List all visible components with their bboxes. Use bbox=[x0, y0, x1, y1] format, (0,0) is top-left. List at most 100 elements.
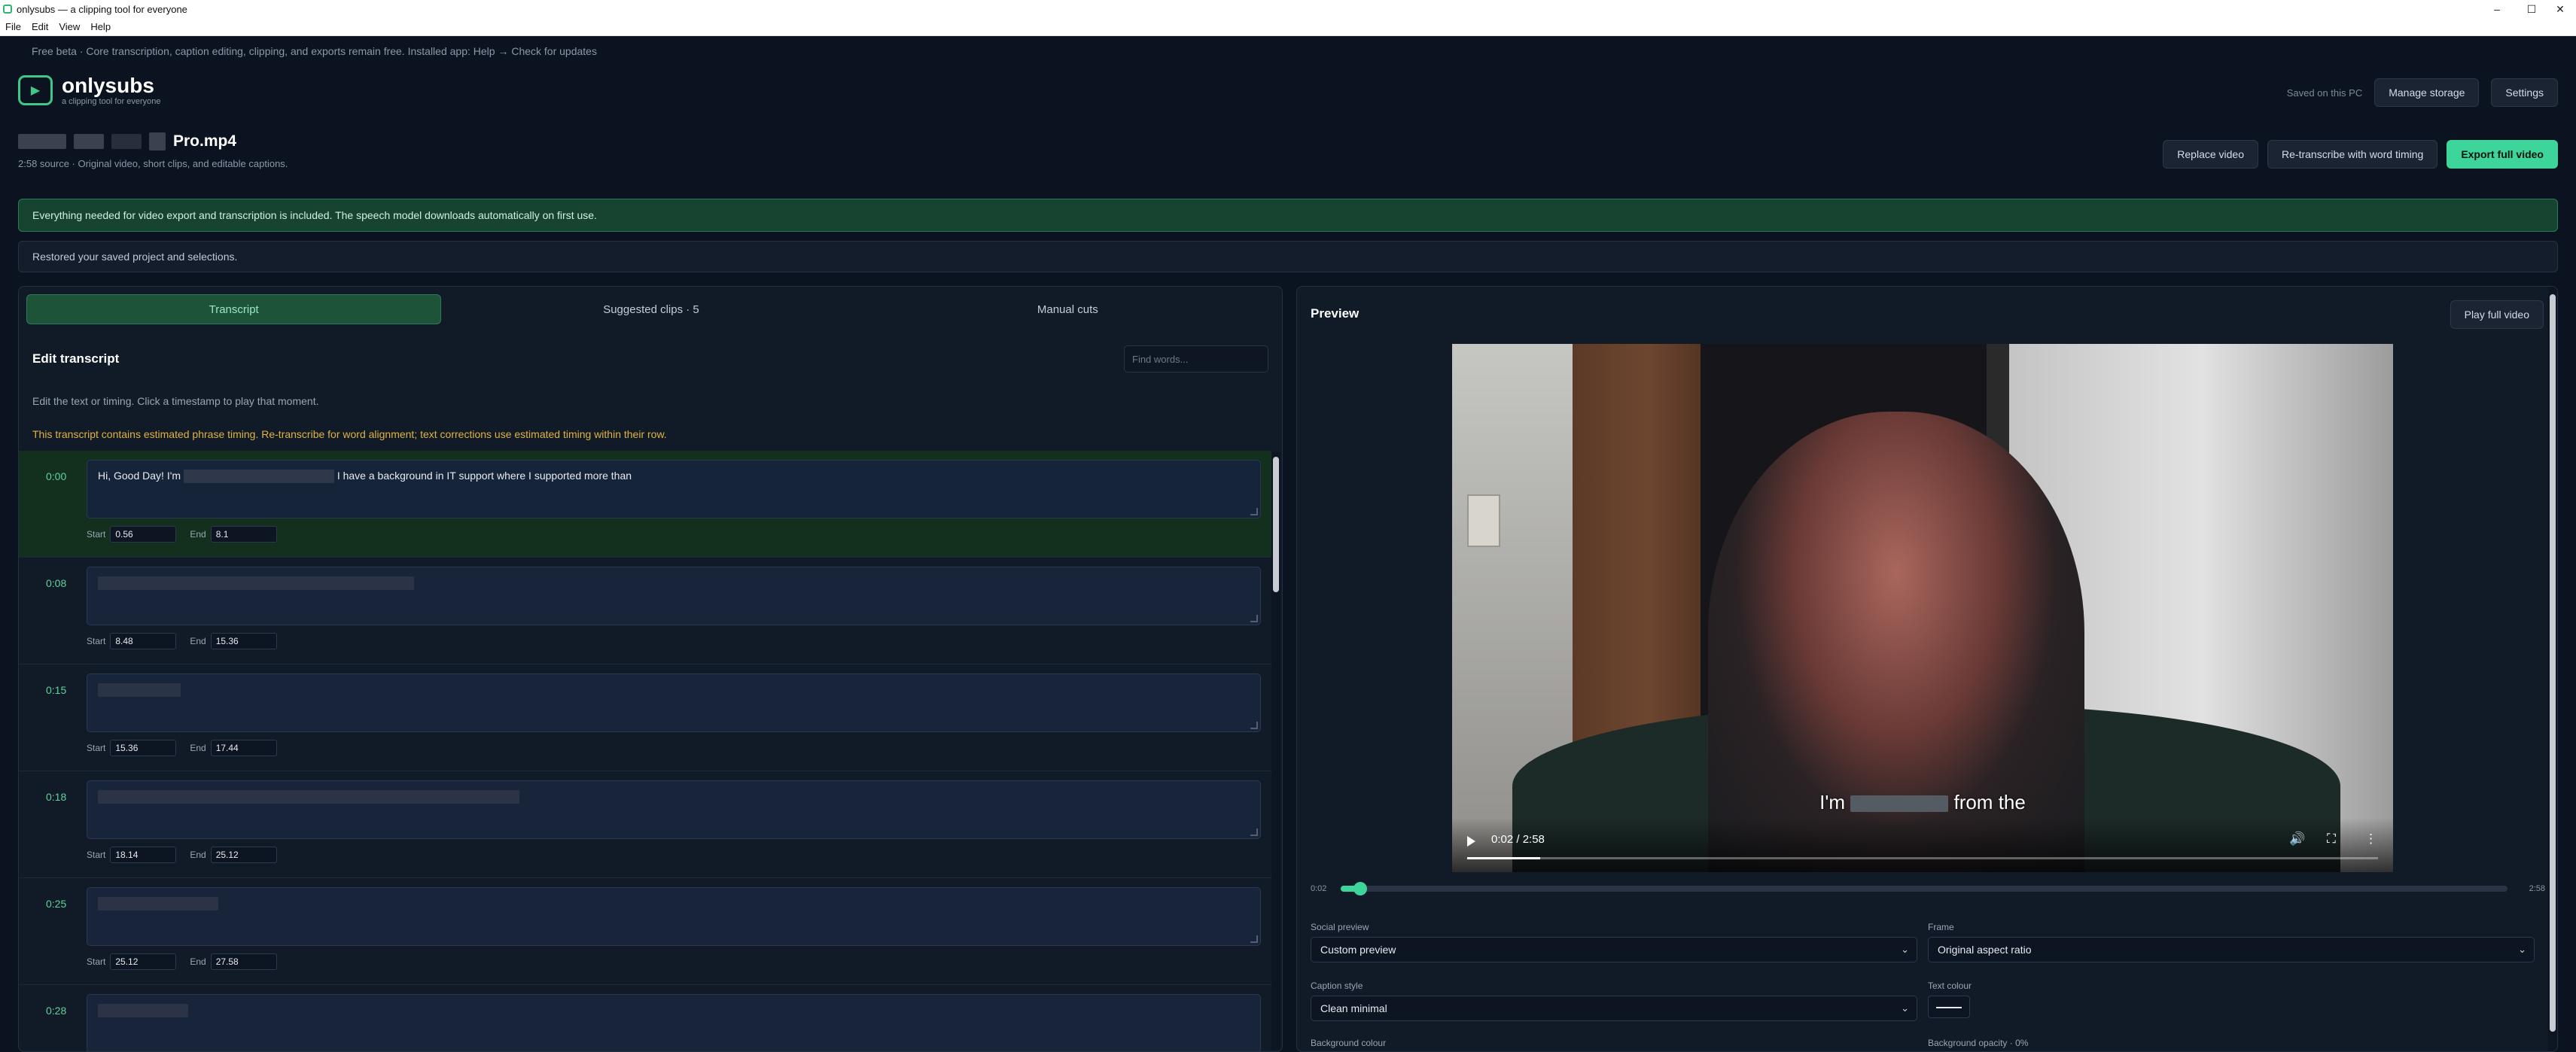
transcript-row: 0:18 Start 18.14 End 25.12 bbox=[19, 771, 1271, 878]
resize-grip-icon[interactable] bbox=[1250, 722, 1258, 729]
video-player[interactable]: I'm from the 0:02 / 2:58 🔊 ⛶ ⋮ bbox=[1452, 344, 2393, 872]
tab-manual-cuts[interactable]: Manual cuts bbox=[861, 294, 1274, 324]
window-titlebar: onlysubs — a clipping tool for everyone … bbox=[0, 0, 2576, 18]
row-text-field[interactable]: Hi, Good Day! I'm I have a background in… bbox=[87, 460, 1261, 518]
close-icon[interactable]: ✕ bbox=[2543, 0, 2576, 18]
play-full-video-button[interactable]: Play full video bbox=[2450, 300, 2544, 329]
tab-suggested-clips[interactable]: Suggested clips · 5 bbox=[444, 294, 857, 324]
settings-button[interactable]: Settings bbox=[2491, 78, 2558, 107]
row-timestamp[interactable]: 0:25 bbox=[46, 898, 66, 910]
start-input[interactable]: 8.48 bbox=[110, 633, 177, 649]
row-text-field[interactable] bbox=[87, 887, 1261, 946]
start-input[interactable]: 15.36 bbox=[110, 740, 177, 756]
redacted-block bbox=[18, 134, 66, 149]
row-timestamp[interactable]: 0:28 bbox=[46, 1005, 66, 1017]
caption-style-label: Caption style bbox=[1311, 981, 1363, 991]
player-progress-bar[interactable] bbox=[1467, 857, 2378, 859]
end-label: End bbox=[190, 743, 206, 753]
resize-grip-icon[interactable] bbox=[1250, 615, 1258, 622]
row-timestamp[interactable]: 0:15 bbox=[46, 684, 66, 696]
transcript-row: 0:08 Start 8.48 End 15.36 bbox=[19, 558, 1271, 664]
tab-transcript[interactable]: Transcript bbox=[26, 294, 442, 324]
transcript-scrollbar[interactable] bbox=[1271, 452, 1280, 1050]
social-preview-select[interactable]: Custom preview ⌄ bbox=[1311, 937, 1917, 962]
find-words-input[interactable]: Find words... bbox=[1124, 345, 1268, 372]
frame-label: Frame bbox=[1928, 922, 1954, 932]
caption-style-select[interactable]: Clean minimal ⌄ bbox=[1311, 996, 1917, 1021]
background-colour-label: Background colour bbox=[1311, 1038, 1387, 1048]
redacted-block bbox=[111, 134, 142, 149]
scrub-end-time: 2:58 bbox=[2529, 884, 2545, 893]
transcript-row: 0:15 Start 15.36 End 17.44 bbox=[19, 664, 1271, 771]
edit-transcript-title: Edit transcript bbox=[32, 351, 120, 366]
transcript-row: 0:28 bbox=[19, 985, 1271, 1051]
row-text-field[interactable] bbox=[87, 673, 1261, 732]
restored-notice: Restored your saved project and selectio… bbox=[18, 241, 2558, 272]
transcript-panel: Transcript Suggested clips · 5 Manual cu… bbox=[18, 286, 1283, 1052]
menu-help[interactable]: Help bbox=[85, 21, 116, 32]
resize-grip-icon[interactable] bbox=[1250, 935, 1258, 943]
player-time: 0:02 / 2:58 bbox=[1491, 833, 1545, 846]
row-timestamp[interactable]: 0:18 bbox=[46, 791, 66, 803]
row-times: Start 25.12 End 27.58 bbox=[87, 953, 277, 970]
menu-view[interactable]: View bbox=[53, 21, 85, 32]
resize-grip-icon[interactable] bbox=[1250, 508, 1258, 515]
app-icon bbox=[3, 5, 12, 14]
row-text-field[interactable] bbox=[87, 994, 1261, 1051]
scrub-handle[interactable] bbox=[1353, 882, 1368, 895]
start-input[interactable]: 25.12 bbox=[110, 953, 177, 970]
end-input[interactable]: 25.12 bbox=[210, 847, 277, 863]
video-controls: 0:02 / 2:58 🔊 ⛶ ⋮ bbox=[1452, 818, 2393, 872]
scrollbar-thumb[interactable] bbox=[1273, 457, 1279, 592]
file-info: Pro.mp4 2:58 source · Original video, sh… bbox=[18, 132, 288, 169]
header-actions: Saved on this PC Manage storage Settings bbox=[2287, 78, 2558, 107]
logo-icon: ▶ bbox=[18, 74, 53, 105]
background-opacity-label: Background opacity · 0% bbox=[1928, 1038, 2029, 1048]
export-full-video-button[interactable]: Export full video bbox=[2447, 140, 2558, 169]
end-input[interactable]: 17.44 bbox=[210, 740, 277, 756]
transcript-row: 0:00 Hi, Good Day! I'm I have a backgrou… bbox=[19, 451, 1271, 558]
row-text-field[interactable] bbox=[87, 780, 1261, 839]
redacted-block bbox=[74, 134, 104, 149]
timing-warning: This transcript contains estimated phras… bbox=[32, 428, 667, 440]
retranscribe-button[interactable]: Re-transcribe with word timing bbox=[2267, 140, 2438, 169]
preview-scrollbar[interactable] bbox=[2548, 287, 2557, 1051]
redacted-block bbox=[98, 897, 218, 911]
scrub-track[interactable] bbox=[1341, 882, 2507, 895]
row-times: Start 15.36 End 17.44 bbox=[87, 740, 277, 756]
transcript-rows: 0:00 Hi, Good Day! I'm I have a backgrou… bbox=[19, 451, 1271, 1051]
more-options-icon[interactable]: ⋮ bbox=[2364, 832, 2377, 847]
minimize-icon[interactable]: – bbox=[2480, 0, 2514, 18]
frame-value: Original aspect ratio bbox=[1938, 944, 2032, 956]
beta-banner: Free beta · Core transcription, caption … bbox=[32, 45, 597, 57]
file-actions: Replace video Re-transcribe with word ti… bbox=[2163, 140, 2558, 169]
redacted-block bbox=[98, 1004, 188, 1017]
redacted-block bbox=[1850, 795, 1949, 813]
caption-text-start: I'm bbox=[1819, 791, 1845, 813]
resize-grip-icon[interactable] bbox=[1250, 829, 1258, 836]
frame-select[interactable]: Original aspect ratio ⌄ bbox=[1928, 937, 2535, 962]
preview-panel: Preview Play full video I'm from the 0:0… bbox=[1296, 286, 2558, 1052]
row-timestamp[interactable]: 0:00 bbox=[46, 470, 66, 482]
start-label: Start bbox=[87, 529, 106, 540]
end-input[interactable]: 8.1 bbox=[210, 526, 277, 543]
replace-video-button[interactable]: Replace video bbox=[2163, 140, 2259, 169]
manage-storage-button[interactable]: Manage storage bbox=[2374, 78, 2480, 107]
player-progress-fill bbox=[1467, 857, 1540, 859]
end-input[interactable]: 15.36 bbox=[210, 633, 277, 649]
redacted-block bbox=[98, 683, 181, 697]
scrollbar-thumb[interactable] bbox=[2550, 294, 2556, 1032]
fullscreen-icon[interactable]: ⛶ bbox=[2327, 832, 2336, 847]
start-input[interactable]: 0.56 bbox=[110, 526, 177, 543]
volume-icon[interactable]: 🔊 bbox=[2289, 832, 2305, 847]
play-icon[interactable] bbox=[1467, 836, 1475, 847]
menu-edit[interactable]: Edit bbox=[26, 21, 53, 32]
row-timestamp[interactable]: 0:08 bbox=[46, 577, 66, 589]
end-input[interactable]: 27.58 bbox=[210, 953, 277, 970]
text-colour-picker[interactable] bbox=[1928, 996, 1970, 1018]
row-text-field[interactable] bbox=[87, 567, 1261, 625]
end-label: End bbox=[190, 636, 206, 646]
start-input[interactable]: 18.14 bbox=[110, 847, 177, 863]
menu-file[interactable]: File bbox=[0, 21, 26, 32]
colour-swatch bbox=[1936, 1007, 1962, 1008]
